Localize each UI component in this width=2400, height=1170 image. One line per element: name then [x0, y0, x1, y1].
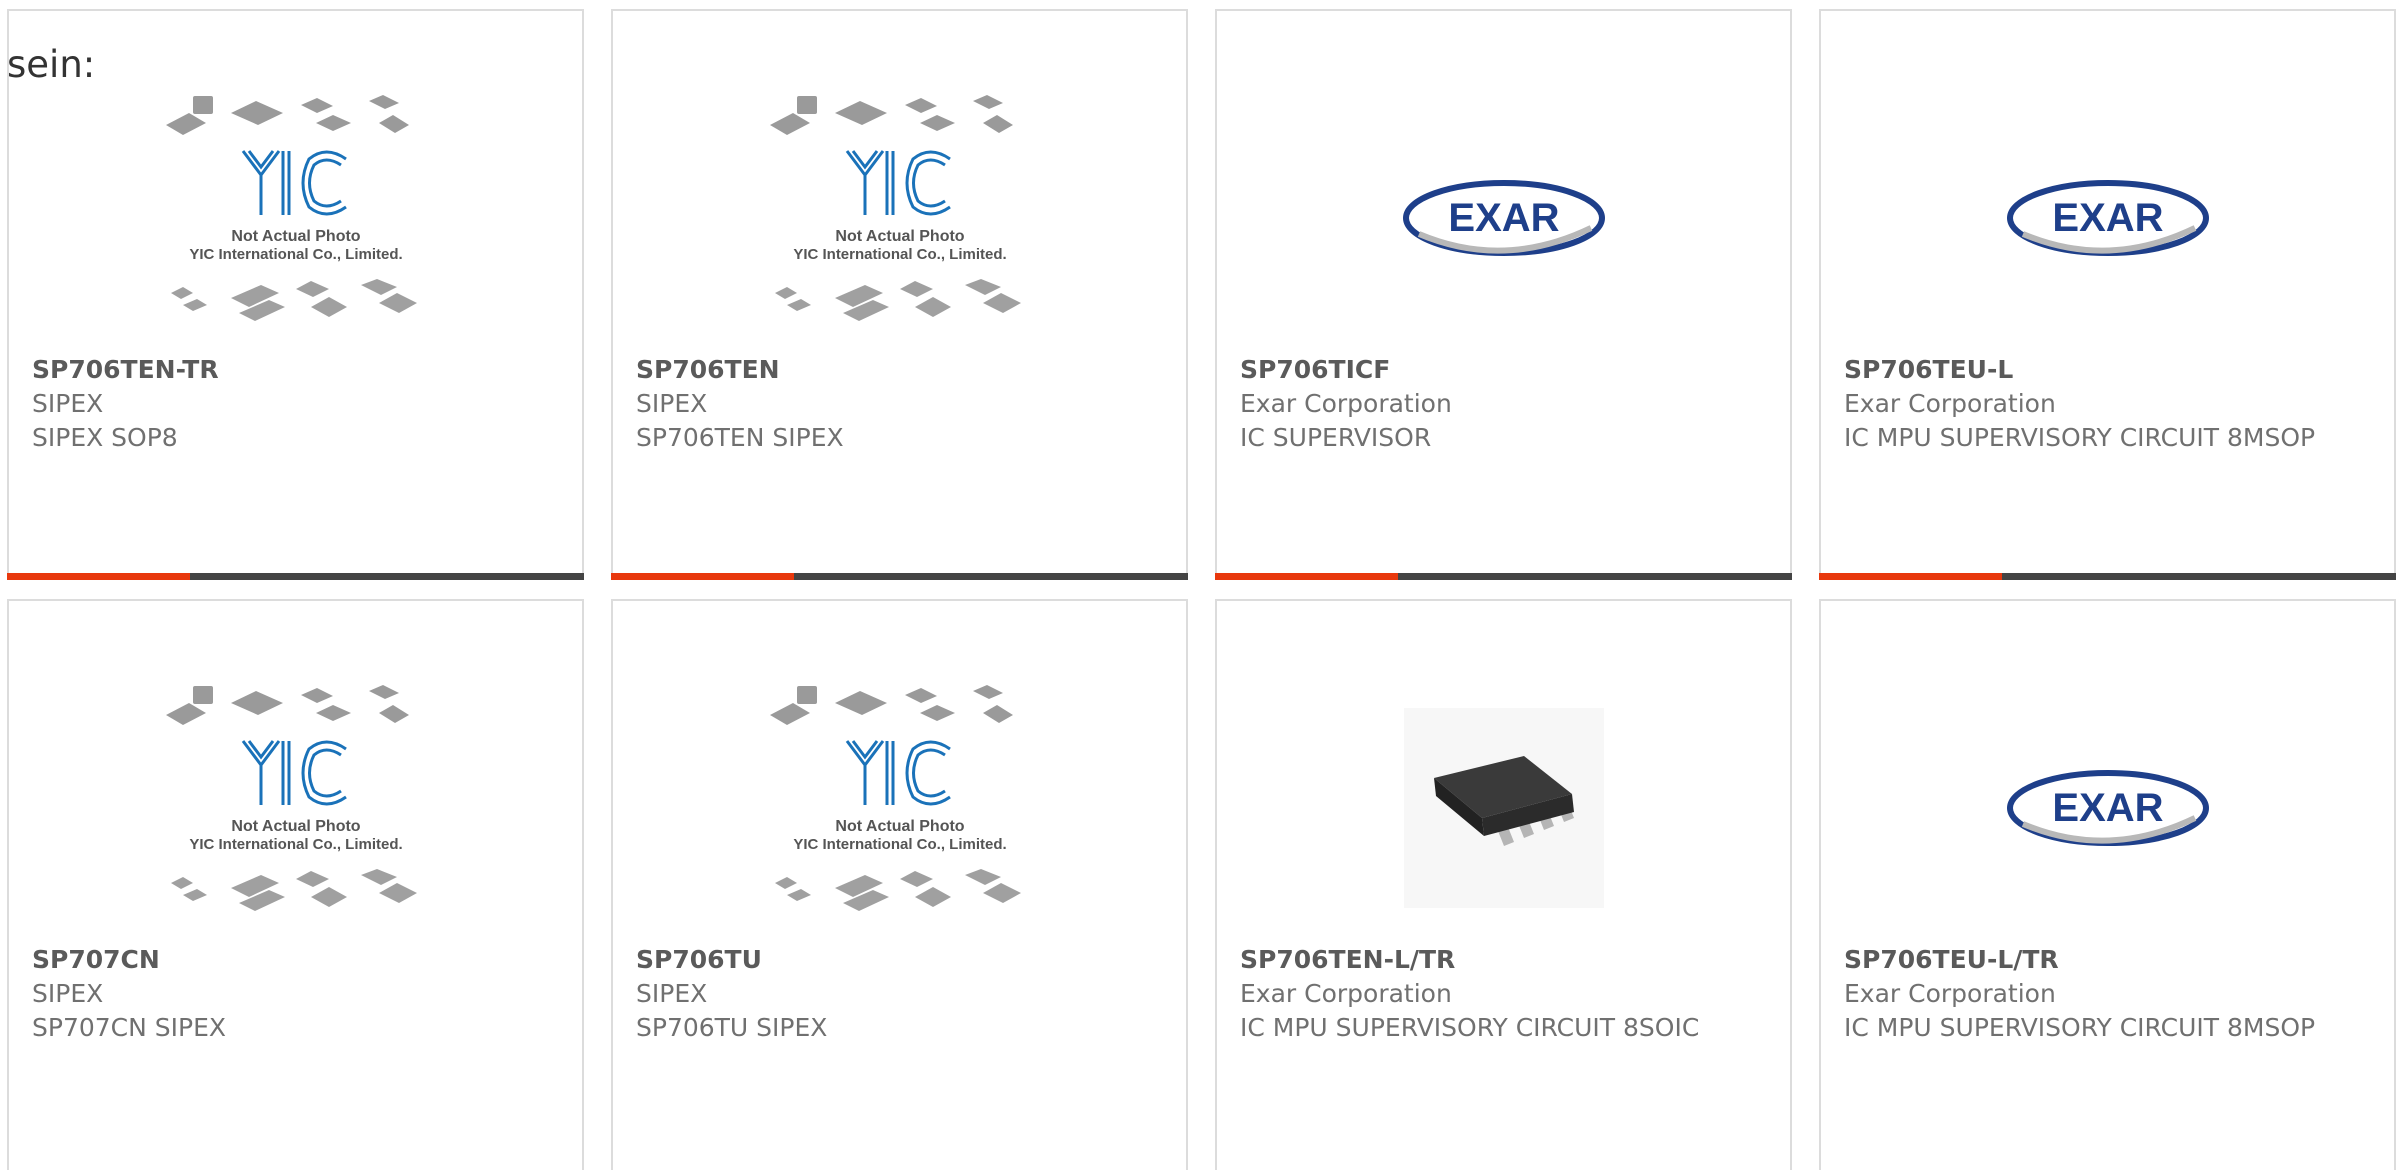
description: SP707CN SIPEX	[32, 1013, 227, 1042]
placeholder-company: YIC International Co., Limited.	[793, 246, 1006, 263]
product-image[interactable]: EXAR	[1821, 93, 2394, 343]
yic-placeholder-icon: Not Actual Photo YIC International Co., …	[165, 95, 417, 321]
description: SIPEX SOP8	[32, 423, 178, 452]
placeholder-caption: Not Actual Photo	[231, 228, 360, 245]
manufacturer: Exar Corporation	[1844, 389, 2056, 418]
exar-logo-icon: EXAR	[2006, 180, 2209, 256]
manufacturer: SIPEX	[32, 979, 104, 1008]
exar-logo-icon: EXAR	[1402, 180, 1605, 256]
exar-logo-text: EXAR	[1448, 196, 1559, 240]
card-bar	[611, 573, 1188, 580]
yic-placeholder-icon: Not Actual Photo YIC International Co., …	[165, 685, 417, 911]
manufacturer: SIPEX	[32, 389, 104, 418]
description: IC SUPERVISOR	[1240, 423, 1432, 452]
product-card[interactable]: Not Actual Photo YIC International Co., …	[611, 599, 1188, 1170]
exar-logo-text: EXAR	[2052, 196, 2163, 240]
yic-placeholder-icon: Not Actual Photo YIC International Co., …	[769, 95, 1021, 321]
product-card[interactable]: SP706TEN-L/TR Exar Corporation IC MPU SU…	[1215, 599, 1792, 1170]
placeholder-company: YIC International Co., Limited.	[189, 246, 402, 263]
part-number[interactable]: SP706TEU-L	[1844, 353, 2374, 387]
product-card[interactable]: EXAR SP706TEU-L Exar Corporation IC MPU …	[1819, 9, 2396, 580]
description: SP706TEN SIPEX	[636, 423, 844, 452]
part-number[interactable]: SP706TEU-L/TR	[1844, 943, 2374, 977]
product-card[interactable]: EXAR SP706TEU-L/TR Exar Corporation IC M…	[1819, 599, 2396, 1170]
part-number[interactable]: SP706TEN	[636, 353, 1166, 387]
product-image[interactable]: Not Actual Photo YIC International Co., …	[9, 683, 582, 933]
card-bar	[7, 573, 584, 580]
product-image[interactable]	[1217, 683, 1790, 933]
placeholder-company: YIC International Co., Limited.	[793, 836, 1006, 853]
card-bar	[1819, 573, 2396, 580]
manufacturer: Exar Corporation	[1240, 389, 1452, 418]
manufacturer: Exar Corporation	[1844, 979, 2056, 1008]
manufacturer: Exar Corporation	[1240, 979, 1452, 1008]
placeholder-caption: Not Actual Photo	[835, 818, 964, 835]
exar-logo-text: EXAR	[2052, 786, 2163, 830]
description: IC MPU SUPERVISORY CIRCUIT 8MSOP	[1844, 1013, 2316, 1042]
exar-logo-icon: EXAR	[2006, 770, 2209, 846]
product-image[interactable]: Not Actual Photo YIC International Co., …	[613, 683, 1186, 933]
product-image[interactable]: Not Actual Photo YIC International Co., …	[613, 93, 1186, 343]
part-number[interactable]: SP706TEN-TR	[32, 353, 562, 387]
card-bar	[1215, 573, 1792, 580]
manufacturer: SIPEX	[636, 389, 708, 418]
part-number[interactable]: SP706TICF	[1240, 353, 1770, 387]
part-number[interactable]: SP707CN	[32, 943, 562, 977]
product-image[interactable]: Not Actual Photo YIC International Co., …	[9, 93, 582, 343]
placeholder-caption: Not Actual Photo	[835, 228, 964, 245]
product-card[interactable]: EXAR SP706TICF Exar Corporation IC SUPER…	[1215, 9, 1792, 580]
placeholder-caption: Not Actual Photo	[231, 818, 360, 835]
part-number[interactable]: SP706TU	[636, 943, 1166, 977]
description: SP706TU SIPEX	[636, 1013, 828, 1042]
product-image[interactable]: EXAR	[1217, 93, 1790, 343]
product-card[interactable]: Not Actual Photo YIC International Co., …	[7, 9, 584, 580]
product-card[interactable]: Not Actual Photo YIC International Co., …	[611, 9, 1188, 580]
product-card[interactable]: Not Actual Photo YIC International Co., …	[7, 599, 584, 1170]
description: IC MPU SUPERVISORY CIRCUIT 8MSOP	[1844, 423, 2316, 452]
product-image[interactable]: EXAR	[1821, 683, 2394, 933]
yic-placeholder-icon: Not Actual Photo YIC International Co., …	[769, 685, 1021, 911]
part-number[interactable]: SP706TEN-L/TR	[1240, 943, 1770, 977]
manufacturer: SIPEX	[636, 979, 708, 1008]
placeholder-company: YIC International Co., Limited.	[189, 836, 402, 853]
lead-text: sein:	[7, 43, 96, 86]
description: IC MPU SUPERVISORY CIRCUIT 8SOIC	[1240, 1013, 1700, 1042]
soic-chip-icon	[1403, 708, 1604, 908]
